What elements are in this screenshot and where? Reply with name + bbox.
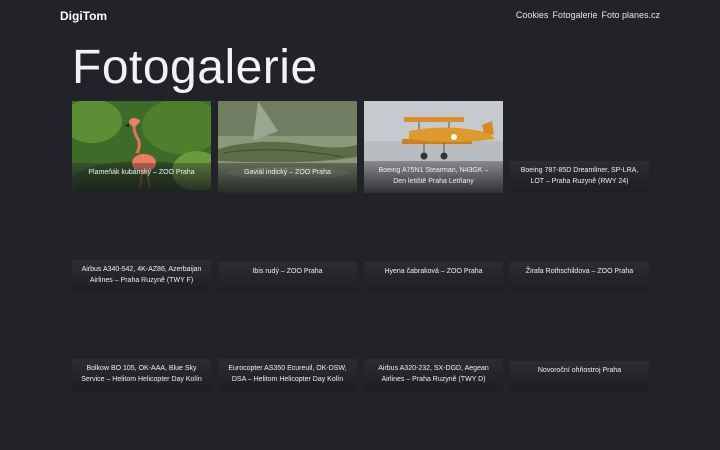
nav-link-cookies[interactable]: Cookies <box>516 10 549 20</box>
gallery-card[interactable]: Novoroční ohňostroj Praha <box>510 299 649 391</box>
card-caption: Boeing 787-85D Dreamliner, SP-LRA, LOT –… <box>510 161 649 193</box>
nav-link-fotogalerie[interactable]: Fotogalerie <box>552 10 597 20</box>
gallery-card[interactable]: Eurocopter AS350 Ecureuil, OK-DSW, DSA –… <box>218 299 357 391</box>
nav-link-foto-planes[interactable]: Foto planes.cz <box>601 10 660 20</box>
gallery-card[interactable]: Gaviál indický – ZOO Praha <box>218 101 357 193</box>
gallery-card[interactable]: Bolkow BO 105, OK-AAA, Blue Sky Service … <box>72 299 211 391</box>
card-caption: Novoroční ohňostroj Praha <box>510 361 649 391</box>
card-caption: Ibis rudý – ZOO Praha <box>218 262 357 292</box>
gallery-card[interactable]: Ibis rudý – ZOO Praha <box>218 200 357 292</box>
gallery-grid: Plameňák kubánský – ZOO Praha Gaviál ind… <box>72 101 649 391</box>
card-caption: Gaviál indický – ZOO Praha <box>218 163 357 193</box>
gallery-card[interactable]: Plameňák kubánský – ZOO Praha <box>72 101 211 193</box>
gallery-card[interactable]: Hyena čabraková – ZOO Praha <box>364 200 503 292</box>
card-caption: Hyena čabraková – ZOO Praha <box>364 262 503 292</box>
gallery-card[interactable]: Airbus A320-232, SX-DGD, Aegean Airlines… <box>364 299 503 391</box>
card-caption: Boeing A75N1 Stearman, N43GK – Den letiš… <box>364 161 503 193</box>
top-navbar: DigiTom Cookies Fotogalerie Foto planes.… <box>0 0 720 32</box>
gallery-card[interactable]: Boeing 787-85D Dreamliner, SP-LRA, LOT –… <box>510 101 649 193</box>
gallery-card[interactable]: Airbus A340-542, 4K-AZ86, Azerbaijan Air… <box>72 200 211 292</box>
gallery-card[interactable]: Žirafa Rothschildova – ZOO Praha <box>510 200 649 292</box>
card-caption: Airbus A320-232, SX-DGD, Aegean Airlines… <box>364 359 503 391</box>
card-caption: Airbus A340-542, 4K-AZ86, Azerbaijan Air… <box>72 260 211 292</box>
main-nav: Cookies Fotogalerie Foto planes.cz <box>516 10 660 20</box>
page-title: Fotogalerie <box>72 41 318 94</box>
gallery-card[interactable]: Boeing A75N1 Stearman, N43GK – Den letiš… <box>364 101 503 193</box>
card-caption: Žirafa Rothschildova – ZOO Praha <box>510 262 649 292</box>
card-caption: Bolkow BO 105, OK-AAA, Blue Sky Service … <box>72 359 211 391</box>
brand-logo-link[interactable]: DigiTom <box>60 9 107 23</box>
card-caption: Plameňák kubánský – ZOO Praha <box>72 163 211 193</box>
card-caption: Eurocopter AS350 Ecureuil, OK-DSW, DSA –… <box>218 359 357 391</box>
